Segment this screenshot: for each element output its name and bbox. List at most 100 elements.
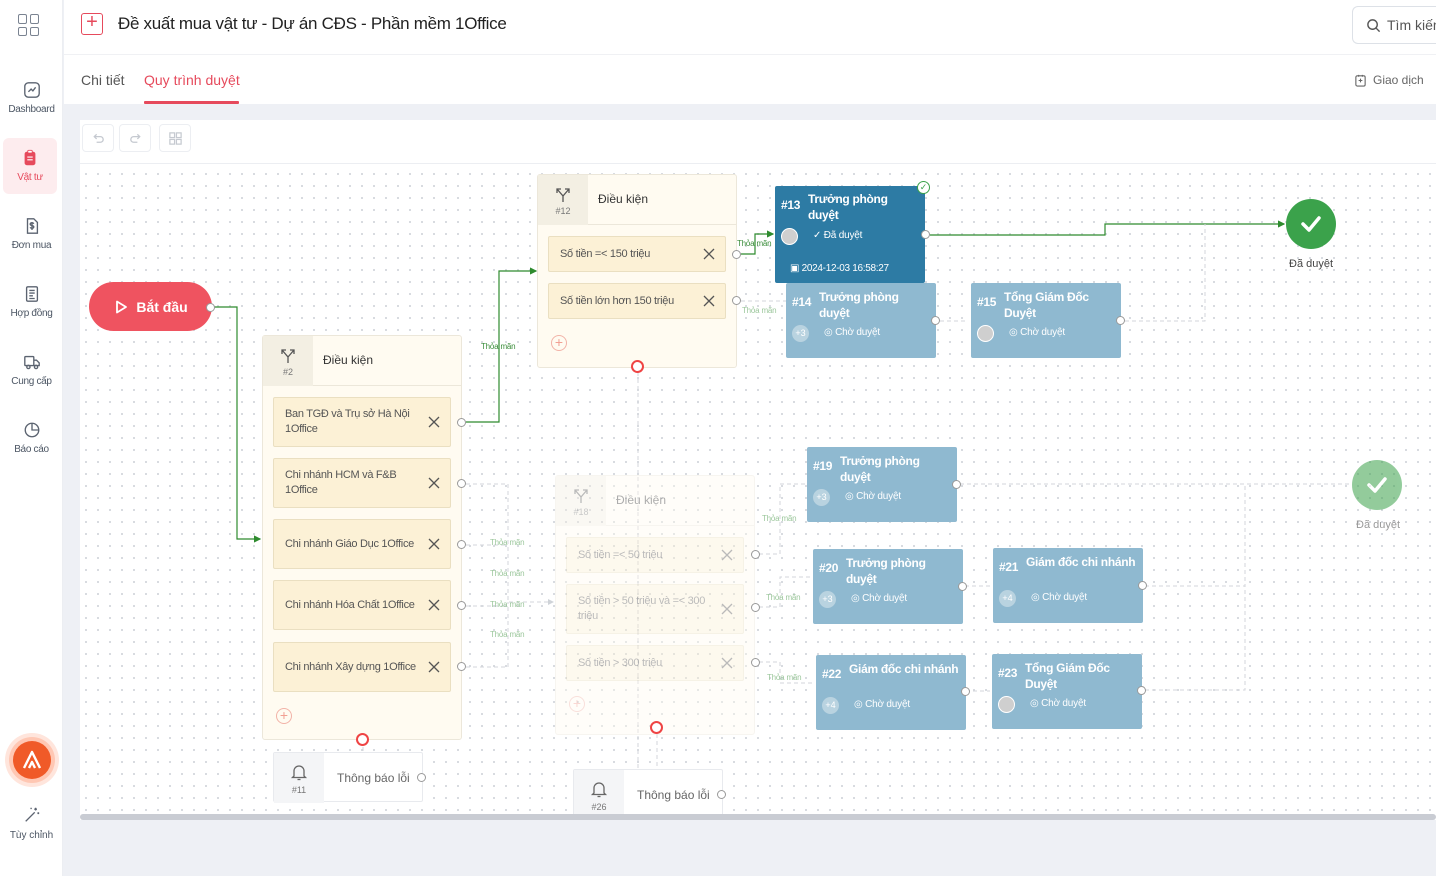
node-port[interactable] [958, 582, 967, 591]
close-icon[interactable] [720, 656, 734, 670]
condition-title: Điều kiện [323, 353, 374, 367]
condition-port[interactable] [457, 601, 466, 610]
condition-item-label: Số tiền > 300 triệu [578, 656, 662, 669]
error-port[interactable] [650, 721, 663, 734]
tab-quy-trinh-duyet[interactable]: Quy trình duyệt [144, 72, 240, 88]
sidebar-item-vat-tu[interactable]: Vật tư [3, 138, 57, 194]
node-id: #22 [822, 667, 842, 681]
condition-port[interactable] [457, 662, 466, 671]
condition-port[interactable] [732, 250, 741, 259]
condition-item-label: Chi nhánh Hóa Chất 1Office [285, 598, 415, 611]
close-icon[interactable] [720, 602, 734, 616]
close-icon[interactable] [427, 660, 441, 674]
condition-port[interactable] [751, 550, 760, 559]
condition-item[interactable]: Số tiền > 300 triệu [566, 645, 744, 681]
sidebar-item-cung-cap[interactable]: Cung cấp [0, 342, 63, 398]
close-icon[interactable] [702, 247, 716, 261]
condition-icon-box: #2 [263, 336, 313, 386]
condition-id: #2 [282, 366, 293, 377]
approval-node[interactable]: #23 Tổng Giám Đốc Duyệt ◎ Chờ duyệt [992, 654, 1142, 729]
sidebar-item-bao-cao[interactable]: Báo cáo [0, 410, 63, 466]
condition-item-label: Chi nhánh Xây dựng 1Office [285, 660, 416, 673]
error-node-port[interactable] [417, 773, 426, 782]
condition-port[interactable] [457, 479, 466, 488]
add-condition-button[interactable]: + [569, 696, 585, 712]
start-node[interactable]: Bắt đầu [89, 282, 212, 331]
search-input[interactable]: Tìm kiếm [1352, 6, 1436, 44]
sidebar-item-hop-dong[interactable]: Hợp đồng [0, 274, 63, 330]
node-title: Trưởng phòng duyệt [819, 290, 899, 320]
node-id: #20 [819, 561, 839, 575]
approval-node[interactable]: #20 Trưởng phòng duyệt +3 ◎ Chờ duyệt [813, 549, 963, 624]
node-id: #19 [813, 459, 833, 473]
dollar-icon [26, 218, 38, 234]
close-icon[interactable] [427, 476, 441, 490]
sidebar-item-dashboard[interactable]: Dashboard [0, 70, 63, 126]
close-icon[interactable] [427, 537, 441, 551]
flow-canvas[interactable]: Bắt đầu #2 Điều kiện Ban TGĐ và Trụ sở H… [80, 120, 1436, 820]
brand-logo[interactable] [5, 726, 59, 792]
horizontal-scrollbar[interactable] [80, 814, 1436, 820]
condition-port[interactable] [751, 603, 760, 612]
node-port[interactable] [921, 230, 930, 239]
approval-node[interactable]: #15 Tổng Giám Đốc Duyệt ◎ Chờ duyệt [971, 283, 1121, 358]
add-condition-button[interactable]: + [551, 335, 567, 351]
condition-item[interactable]: Chi nhánh Hóa Chất 1Office [273, 580, 451, 630]
condition-node[interactable]: #2 Điều kiện Ban TGĐ và Trụ sở Hà Nội 1O… [262, 335, 462, 740]
transaction-button[interactable]: Giao dịch [1354, 73, 1424, 87]
error-node[interactable]: #26 Thông báo lỗi [573, 769, 723, 820]
close-icon[interactable] [702, 294, 716, 308]
condition-item[interactable]: Chi nhánh HCM và F&B 1Office [273, 458, 451, 508]
condition-item[interactable]: Ban TGĐ và Trụ sở Hà Nội 1Office [273, 397, 451, 447]
clock-icon: ◎ [1009, 327, 1021, 338]
tab-chi-tiet[interactable]: Chi tiết [81, 72, 125, 88]
node-port[interactable] [1138, 581, 1147, 590]
condition-node[interactable]: #18 Điều kiện Số tiền =< 50 triệu Số tiề… [555, 475, 755, 735]
start-label: Bắt đầu [136, 298, 188, 315]
add-button[interactable]: + [81, 12, 103, 35]
approval-node[interactable]: #19 Trưởng phòng duyệt +3 ◎ Chờ duyệt [807, 447, 957, 522]
condition-port[interactable] [751, 658, 760, 667]
close-icon[interactable] [427, 598, 441, 612]
node-port[interactable] [1137, 686, 1146, 695]
condition-port[interactable] [457, 418, 466, 427]
condition-item[interactable]: Số tiền lớn hơn 150 triệu [548, 283, 726, 319]
node-port[interactable] [952, 480, 961, 489]
error-port[interactable] [631, 360, 644, 373]
condition-icon-box: #18 [556, 476, 606, 526]
approval-node[interactable]: #14 Trưởng phòng duyệt +3 ◎ Chờ duyệt [786, 283, 936, 358]
approval-node[interactable]: #13 Trưởng phòng duyệt ✓ Đã duyệt ▣ 2024… [775, 186, 925, 283]
node-port[interactable] [931, 316, 940, 325]
customize-button[interactable]: Tùy chỉnh [0, 806, 63, 841]
node-port[interactable] [961, 687, 970, 696]
condition-port[interactable] [732, 296, 741, 305]
sidebar-item-label: Cung cấp [11, 376, 52, 387]
sidebar-item-don-mua[interactable]: Đơn mua [0, 206, 63, 262]
approval-node[interactable]: #22 Giám đốc chi nhánh +4 ◎ Chờ duyệt [816, 655, 966, 730]
condition-item[interactable]: Số tiền =< 150 triệu [548, 236, 726, 272]
condition-item[interactable]: Số tiền > 50 triệu và =< 300 triệu [566, 584, 744, 634]
error-port[interactable] [356, 733, 369, 746]
close-icon[interactable] [427, 415, 441, 429]
end-node-approved[interactable] [1352, 460, 1402, 510]
error-node-port[interactable] [717, 790, 726, 799]
condition-item[interactable]: Chi nhánh Giáo Dục 1Office [273, 519, 451, 569]
start-port[interactable] [206, 303, 215, 312]
node-port[interactable] [1116, 316, 1125, 325]
condition-item[interactable]: Chi nhánh Xây dựng 1Office [273, 642, 451, 692]
node-id: #14 [792, 295, 812, 309]
condition-port[interactable] [457, 540, 466, 549]
avatar [977, 325, 994, 342]
close-icon[interactable] [720, 548, 734, 562]
add-condition-button[interactable]: + [276, 708, 292, 724]
condition-node[interactable]: #12 Điều kiện Số tiền =< 150 triệu Số ti… [537, 174, 737, 368]
error-node[interactable]: #11 Thông báo lỗi [273, 752, 423, 803]
apps-grid-icon[interactable] [18, 14, 40, 36]
edge-label: Thỏa mãn [742, 306, 777, 315]
approval-node[interactable]: #21 Giám đốc chi nhánh +4 ◎ Chờ duyệt [993, 548, 1143, 623]
node-status: ◎ Chờ duyệt [1009, 327, 1065, 338]
avatar [781, 228, 798, 245]
condition-item[interactable]: Số tiền =< 50 triệu [566, 537, 744, 573]
end-node-approved[interactable] [1286, 199, 1336, 249]
avatar: +3 [819, 591, 836, 608]
